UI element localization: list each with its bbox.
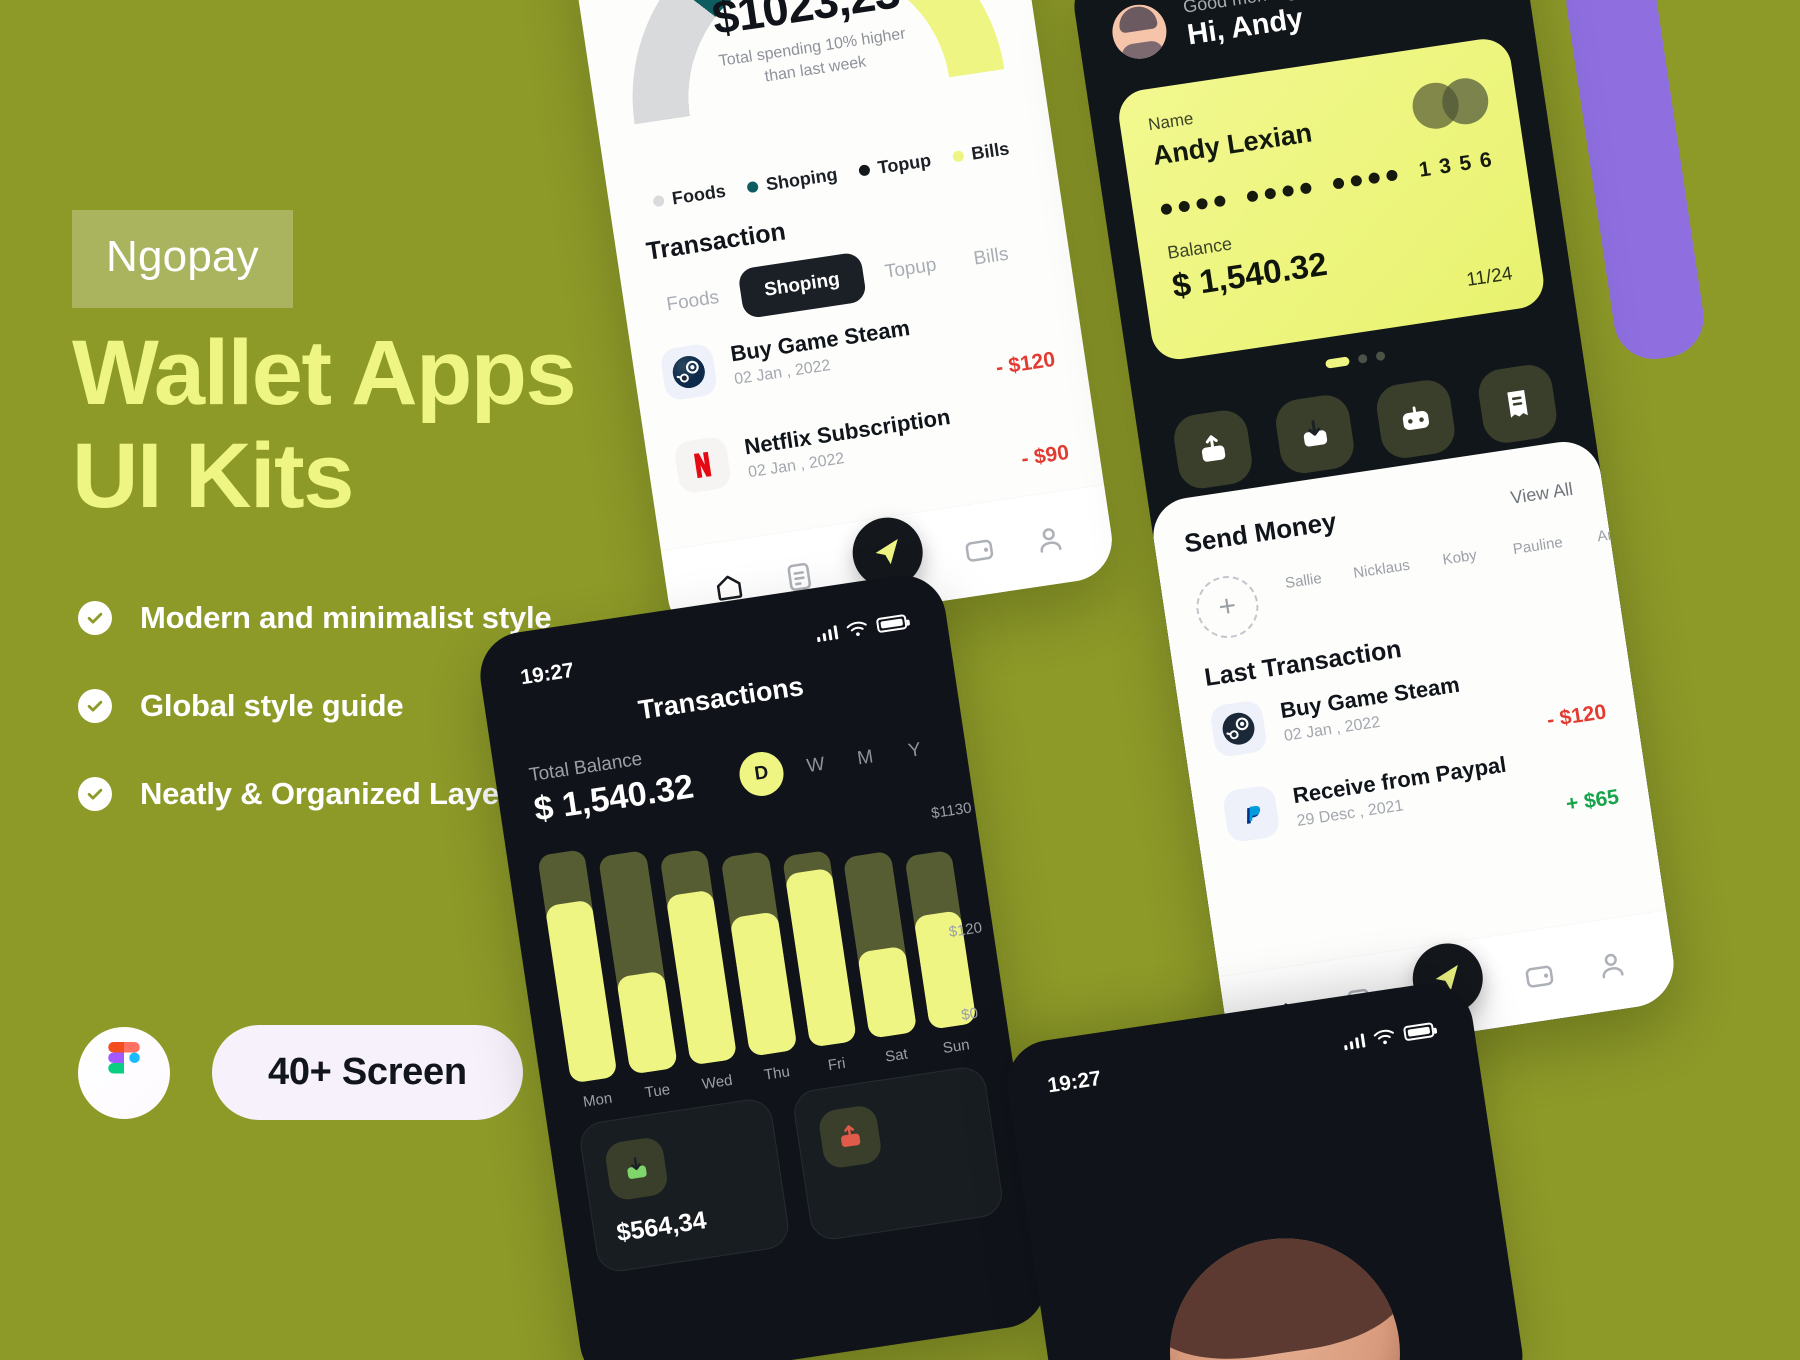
transfer-up-icon: [1170, 407, 1256, 492]
expense-card[interactable]: [791, 1064, 1006, 1243]
wallet-icon[interactable]: [1521, 957, 1557, 993]
contact-name: Pauline: [1511, 533, 1564, 559]
phone-mockup-sliver: [1560, 0, 1710, 365]
check-icon: [78, 777, 112, 811]
y-tick: $0: [960, 1004, 980, 1024]
chart-bars: [537, 795, 977, 1084]
wifi-icon: [846, 621, 867, 636]
plus-icon: +: [1192, 571, 1263, 643]
y-tick: $120: [947, 919, 984, 941]
send-money-title: Send Money: [1182, 506, 1339, 559]
legend-dot-icon: [652, 194, 666, 208]
cta-row: 40+ Screen: [78, 1025, 523, 1120]
income-card[interactable]: $564,34: [577, 1096, 792, 1275]
range-year[interactable]: Y: [896, 738, 933, 765]
status-time: 19:27: [518, 658, 576, 690]
page-title: Wallet Apps UI Kits: [72, 322, 712, 528]
check-icon: [78, 601, 112, 635]
tab-topup[interactable]: Topup: [866, 240, 956, 298]
greeting-text: Good morning Hi, Andy: [1182, 0, 1306, 52]
figma-logo-icon: [78, 1026, 170, 1119]
expense-up-icon: [817, 1103, 884, 1170]
card-dot-group: [1246, 181, 1313, 203]
profile-icon[interactable]: [1031, 521, 1067, 557]
bar-track: [842, 850, 917, 1039]
add-contact-button[interactable]: +: [1190, 571, 1264, 643]
status-icons: [1342, 1021, 1435, 1051]
bar-fill: [544, 899, 619, 1084]
steam-icon: [659, 342, 719, 402]
feature-label: Neatly & Organized Layer: [140, 776, 511, 811]
list-item[interactable]: Nicklaus: [1346, 548, 1415, 582]
netflix-icon: [673, 435, 733, 495]
bar-fill: [784, 867, 858, 1048]
bar-fill: [857, 945, 917, 1039]
expense-value: [828, 1166, 974, 1188]
brand-badge-label: Ngopay: [106, 232, 259, 281]
income-value: $564,34: [614, 1206, 709, 1248]
steam-icon: [1208, 699, 1269, 759]
tab-foods[interactable]: Foods: [648, 273, 739, 331]
screen-count-pill[interactable]: 40+ Screen: [212, 1025, 523, 1120]
card-dot-group: [1332, 168, 1399, 190]
profile-icon[interactable]: [1593, 947, 1629, 983]
status-time: 19:27: [1046, 1066, 1103, 1098]
list-item[interactable]: Sallie: [1268, 560, 1337, 594]
list-item[interactable]: Koby: [1425, 536, 1494, 570]
feature-label: Modern and minimalist style: [140, 600, 552, 635]
signal-icon: [1342, 1031, 1366, 1051]
tab-bills[interactable]: Bills: [955, 229, 1028, 284]
paypal-icon: [1221, 784, 1281, 844]
bar-fill: [616, 970, 678, 1075]
phone-mockup-partial: 19:27: [1001, 977, 1529, 1360]
wifi-icon: [1373, 1029, 1394, 1044]
battery-icon: [1402, 1021, 1435, 1041]
headline-line-2: UI Kits: [72, 425, 354, 528]
battery-icon: [875, 613, 908, 633]
range-month[interactable]: M: [847, 745, 884, 772]
wallet-icon[interactable]: [961, 531, 997, 567]
list-item[interactable]: Aniya: [1581, 513, 1650, 547]
avatar: [1154, 1222, 1416, 1360]
view-all-link[interactable]: View All: [1509, 479, 1574, 509]
status-icons: [815, 612, 908, 643]
card-expiry: 11/24: [1465, 263, 1514, 291]
balance-block: Total Balance $ 1,540.32: [528, 742, 697, 830]
list-item[interactable]: Pauline: [1503, 525, 1572, 559]
signal-icon: [815, 623, 839, 643]
card-dot-group: [1160, 194, 1227, 215]
feature-label: Global style guide: [140, 688, 404, 723]
legend-dot-icon: [746, 180, 760, 194]
contact-name: Sallie: [1284, 569, 1323, 593]
send-money-sheet: Send Money View All + Sallie Nicklaus Ko…: [1148, 436, 1680, 1068]
check-icon: [78, 689, 112, 723]
bar-fill: [729, 910, 798, 1057]
range-selector: D W M Y: [736, 727, 935, 799]
payment-card[interactable]: Name Andy Lexian 1 3 5 6 Balance $ 1,540…: [1115, 35, 1548, 363]
headline-line-1: Wallet Apps: [72, 322, 577, 424]
topup-icon: [1373, 377, 1459, 462]
contact-name: Nicklaus: [1352, 556, 1411, 582]
brand-badge: Ngopay: [72, 210, 293, 308]
contact-name: Aniya: [1596, 523, 1636, 546]
income-down-icon: [603, 1135, 670, 1202]
card-last4: 1 3 5 6: [1417, 147, 1495, 182]
bill-icon: [1475, 361, 1560, 446]
range-week[interactable]: W: [797, 752, 834, 779]
request-down-icon: [1272, 392, 1357, 477]
range-day[interactable]: D: [736, 748, 787, 799]
bar-fill: [665, 889, 738, 1066]
contact-name: Koby: [1441, 546, 1478, 569]
legend-dot-icon: [858, 164, 871, 177]
y-tick: $1130: [930, 799, 973, 823]
transactions-bar-chart: Mon Tue Wed Thu Fri Sat Sun $1130 $120 $0: [537, 795, 983, 1111]
avatar: [1108, 0, 1171, 63]
legend-dot-icon: [951, 150, 965, 163]
phone-mockup-home: Good morning Hi, Andy Name Andy Lexian 1…: [1068, 0, 1680, 1068]
